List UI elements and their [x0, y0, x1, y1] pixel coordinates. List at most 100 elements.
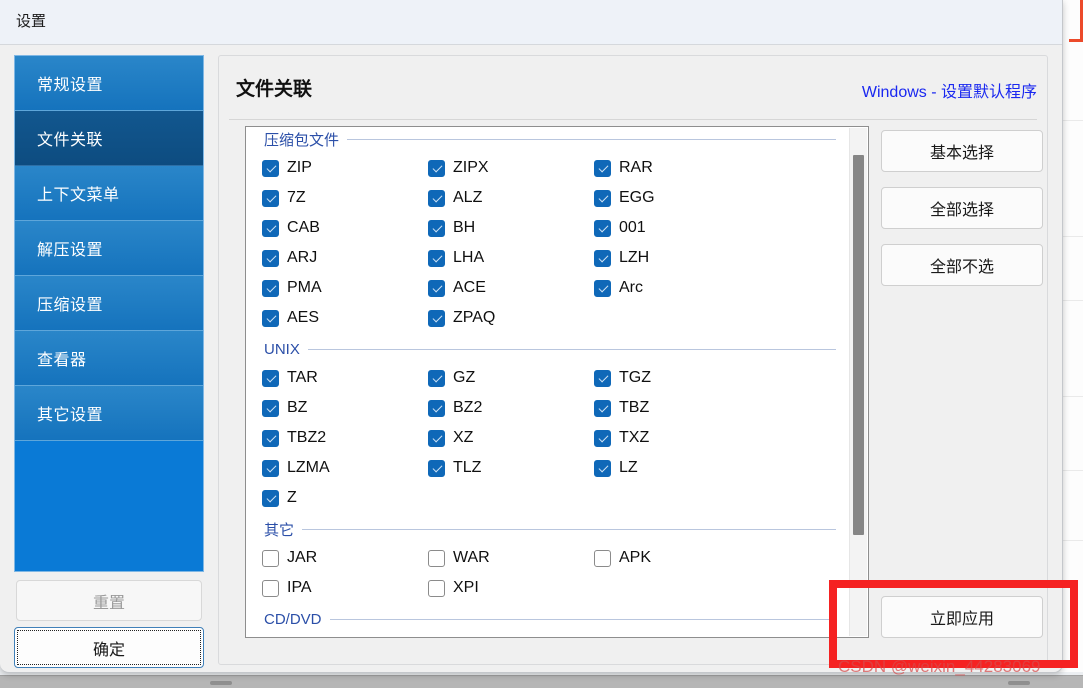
- checkbox-checked-icon[interactable]: [262, 459, 279, 477]
- list-scrollbar-thumb[interactable]: [853, 155, 864, 535]
- checkbox-unchecked-icon[interactable]: [428, 549, 445, 567]
- file-association-list[interactable]: 压缩包文件 ZIP ZIPX RAR 7Z ALZ EGG CAB BH 001…: [245, 126, 869, 638]
- checkbox-jar[interactable]: JAR: [246, 543, 412, 573]
- checkbox-arj[interactable]: ARJ: [246, 243, 412, 273]
- checkbox-checked-icon[interactable]: [428, 279, 445, 297]
- checkbox-bz[interactable]: BZ: [246, 393, 412, 423]
- checkbox-z[interactable]: Z: [246, 483, 412, 513]
- checkbox-checked-icon[interactable]: [594, 279, 611, 297]
- checkbox-arc[interactable]: Arc: [578, 273, 744, 303]
- sidebar-item-label: 其它设置: [37, 407, 104, 424]
- checkbox-checked-icon[interactable]: [428, 309, 445, 327]
- checkbox-ace[interactable]: ACE: [412, 273, 578, 303]
- checkbox-bz2[interactable]: BZ2: [412, 393, 578, 423]
- sidebar-item-language[interactable]: 语言设置: [15, 551, 203, 572]
- sidebar-item-file-assoc[interactable]: 文件关联: [15, 111, 203, 166]
- select-none-button[interactable]: 全部不选: [881, 244, 1043, 286]
- checkbox-checked-icon[interactable]: [262, 309, 279, 327]
- checkbox-tgz[interactable]: TGZ: [578, 363, 744, 393]
- checkbox-war[interactable]: WAR: [412, 543, 578, 573]
- checkbox-checked-icon[interactable]: [594, 399, 611, 417]
- checkbox-zpaq[interactable]: ZPAQ: [412, 303, 578, 333]
- taskbar-item[interactable]: [210, 681, 232, 685]
- checkbox-unchecked-icon[interactable]: [262, 549, 279, 567]
- checkbox-label: ACE: [453, 279, 486, 296]
- checkbox-checked-icon[interactable]: [262, 189, 279, 207]
- checkbox-checked-icon[interactable]: [428, 159, 445, 177]
- checkbox-checked-icon[interactable]: [428, 219, 445, 237]
- list-scrollbar-track[interactable]: [849, 128, 867, 636]
- checkbox-checked-icon[interactable]: [428, 459, 445, 477]
- sidebar-item-viewer[interactable]: 查看器: [15, 331, 203, 386]
- group-title: 其它: [264, 518, 303, 540]
- checkbox-tbz[interactable]: TBZ: [578, 393, 744, 423]
- checkbox-checked-icon[interactable]: [262, 489, 279, 507]
- checkbox-lha[interactable]: LHA: [412, 243, 578, 273]
- ok-button[interactable]: 确定: [14, 627, 204, 668]
- checkbox-checked-icon[interactable]: [594, 249, 611, 267]
- checkbox-bh[interactable]: BH: [412, 213, 578, 243]
- ok-button-label: 确定: [92, 641, 125, 659]
- checkbox-checked-icon[interactable]: [262, 159, 279, 177]
- checkbox-tlz[interactable]: TLZ: [412, 453, 578, 483]
- checkbox-checked-icon[interactable]: [428, 399, 445, 417]
- checkbox-checked-icon[interactable]: [428, 249, 445, 267]
- checkbox-cab[interactable]: CAB: [246, 213, 412, 243]
- basic-select-button[interactable]: 基本选择: [881, 130, 1043, 172]
- checkbox-checked-icon[interactable]: [594, 189, 611, 207]
- apply-now-button[interactable]: 立即应用: [881, 596, 1043, 638]
- checkbox-checked-icon[interactable]: [594, 219, 611, 237]
- checkbox-unchecked-icon[interactable]: [262, 579, 279, 597]
- checkbox-gz[interactable]: GZ: [412, 363, 578, 393]
- checkbox-apk[interactable]: APK: [578, 543, 744, 573]
- sidebar-item-context-menu[interactable]: 上下文菜单: [15, 166, 203, 221]
- checkbox-aes[interactable]: AES: [246, 303, 412, 333]
- windows-default-program-link[interactable]: Windows - 设置默认程序: [862, 78, 1037, 102]
- sidebar-item-compress[interactable]: 压缩设置: [15, 276, 203, 331]
- checkbox-unchecked-icon[interactable]: [428, 579, 445, 597]
- select-all-button[interactable]: 全部选择: [881, 187, 1043, 229]
- checkbox-label: LZ: [619, 459, 638, 476]
- checkbox-lz[interactable]: LZ: [578, 453, 744, 483]
- checkbox-label: LZMA: [287, 459, 330, 476]
- sidebar-item-general[interactable]: 常规设置: [15, 56, 203, 111]
- reset-button[interactable]: 重置: [16, 580, 202, 621]
- group-rule: [307, 348, 836, 350]
- checkbox-checked-icon[interactable]: [428, 189, 445, 207]
- checkbox-checked-icon[interactable]: [594, 159, 611, 177]
- checkbox-7z[interactable]: 7Z: [246, 183, 412, 213]
- checkbox-checked-icon[interactable]: [594, 369, 611, 387]
- sidebar-item-extract[interactable]: 解压设置: [15, 221, 203, 276]
- checkbox-checked-icon[interactable]: [262, 429, 279, 447]
- checkbox-zipx[interactable]: ZIPX: [412, 153, 578, 183]
- checkbox-egg[interactable]: EGG: [578, 183, 744, 213]
- checkbox-rar[interactable]: RAR: [578, 153, 744, 183]
- checkbox-unchecked-icon[interactable]: [594, 549, 611, 567]
- checkbox-checked-icon[interactable]: [594, 459, 611, 477]
- checkbox-pma[interactable]: PMA: [246, 273, 412, 303]
- checkbox-txz[interactable]: TXZ: [578, 423, 744, 453]
- checkbox-lzh[interactable]: LZH: [578, 243, 744, 273]
- checkbox-checked-icon[interactable]: [262, 399, 279, 417]
- checkbox-checked-icon[interactable]: [262, 219, 279, 237]
- checkbox-checked-icon[interactable]: [262, 369, 279, 387]
- checkbox-checked-icon[interactable]: [594, 429, 611, 447]
- checkbox-checked-icon[interactable]: [428, 369, 445, 387]
- group-items: ZIP ZIPX RAR 7Z ALZ EGG CAB BH 001 ARJ L…: [246, 151, 850, 337]
- checkbox-zip[interactable]: ZIP: [246, 153, 412, 183]
- sidebar-item-other[interactable]: 其它设置: [15, 386, 203, 441]
- checkbox-checked-icon[interactable]: [262, 279, 279, 297]
- checkbox-checked-icon[interactable]: [428, 429, 445, 447]
- sidebar-item-label: 语言设置: [37, 567, 103, 572]
- group-rule: [347, 138, 836, 140]
- checkbox-alz[interactable]: ALZ: [412, 183, 578, 213]
- checkbox-xpi[interactable]: XPI: [412, 573, 578, 603]
- checkbox-tar[interactable]: TAR: [246, 363, 412, 393]
- checkbox-checked-icon[interactable]: [262, 249, 279, 267]
- checkbox-xz[interactable]: XZ: [412, 423, 578, 453]
- checkbox-tbz2[interactable]: TBZ2: [246, 423, 412, 453]
- taskbar-item[interactable]: [1008, 681, 1030, 685]
- checkbox-lzma[interactable]: LZMA: [246, 453, 412, 483]
- checkbox-001[interactable]: 001: [578, 213, 744, 243]
- checkbox-ipa[interactable]: IPA: [246, 573, 412, 603]
